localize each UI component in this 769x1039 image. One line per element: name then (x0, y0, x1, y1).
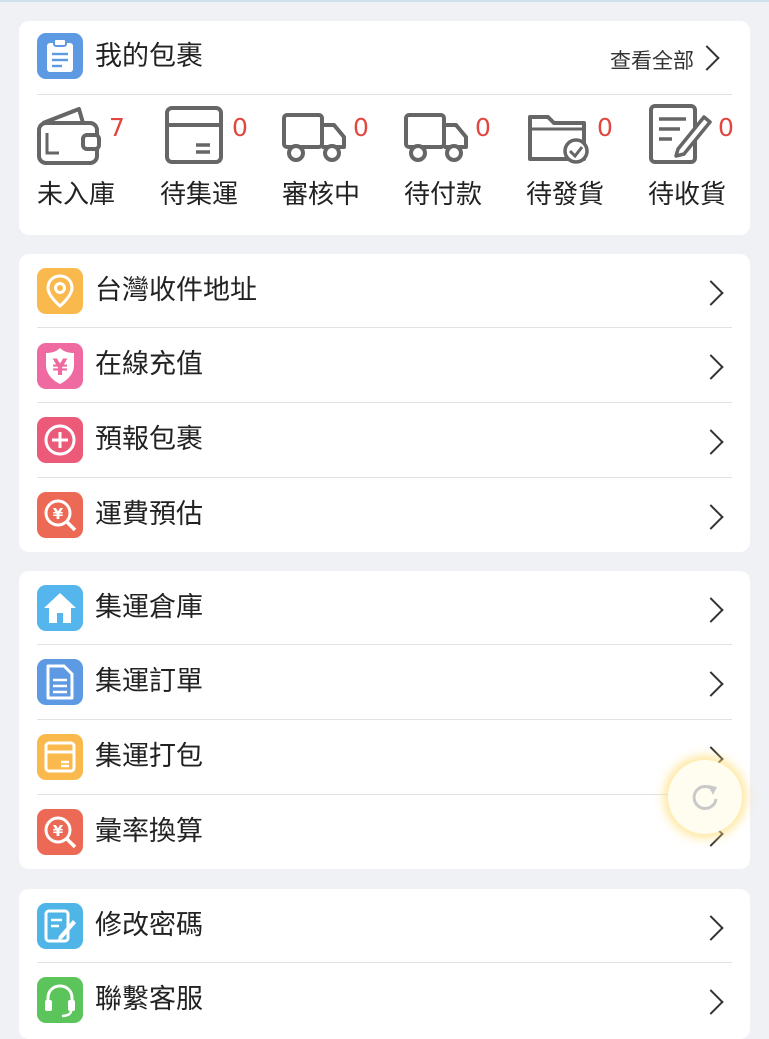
menu-item-consolidation-orders[interactable]: 集運訂單 (19, 645, 750, 720)
count: 0 (475, 113, 491, 142)
menu-item-consolidation-warehouse[interactable]: 集運倉庫 (19, 571, 750, 645)
floating-refresh-button[interactable] (668, 760, 742, 834)
count: 0 (718, 113, 734, 142)
menu-item-exchange-rate[interactable]: ¥ 彙率換算 (19, 795, 750, 869)
count: 0 (353, 113, 369, 142)
truck-icon (282, 113, 346, 162)
count: 0 (597, 113, 613, 142)
status-label: 待付款 (404, 180, 483, 210)
parcels-title: 我的包裹 (95, 41, 203, 72)
menu-card-consolidation: 集運倉庫 集運訂單 集運打包 ¥ 彙率換算 (19, 571, 750, 869)
status-label: 審核中 (282, 180, 361, 210)
status-awaiting-shipment[interactable]: 0 待發貨 (526, 99, 636, 219)
menu-item-label: 預報包裹 (95, 424, 203, 455)
status-label: 待收貨 (648, 180, 727, 210)
menu-item-customer-service[interactable]: 聯繫客服 (19, 963, 750, 1037)
menu-card-account: 修改密碼 聯繫客服 (19, 889, 750, 1039)
menu-item-label: 集運訂單 (95, 666, 203, 697)
menu-card-services: 台灣收件地址 ¥ 在線充值 預報包裹 ¥ 運費預估 (19, 254, 750, 552)
box-icon (165, 106, 223, 164)
document-edit-icon (649, 104, 712, 164)
menu-item-label: 在線充值 (95, 349, 203, 380)
menu-item-label: 運費預估 (95, 499, 203, 530)
document-icon (37, 659, 83, 705)
svg-text:¥: ¥ (53, 822, 64, 840)
status-not-stored[interactable]: 7 未入庫 (37, 99, 147, 219)
status-awaiting-payment[interactable]: 0 待付款 (404, 99, 514, 219)
menu-item-label: 聯繫客服 (95, 984, 203, 1015)
package-icon (37, 734, 83, 780)
yen-search-icon: ¥ (37, 492, 83, 538)
chevron-right-icon (698, 989, 724, 1015)
svg-text:¥: ¥ (53, 505, 64, 523)
status-label: 未入庫 (37, 180, 116, 210)
menu-item-label: 台灣收件地址 (95, 275, 257, 306)
view-all-link[interactable]: 查看全部 (572, 41, 722, 75)
plus-circle-icon (37, 417, 83, 463)
yen-shield-icon: ¥ (37, 343, 83, 389)
top-divider (0, 0, 769, 2)
chevron-right-icon (698, 597, 724, 623)
menu-item-change-password[interactable]: 修改密碼 (19, 889, 750, 963)
yen-search-icon: ¥ (37, 809, 83, 855)
divider (37, 94, 732, 95)
truck-icon (404, 113, 468, 162)
headset-icon (37, 977, 83, 1023)
count: 0 (232, 113, 248, 142)
menu-item-label: 彙率換算 (95, 816, 203, 847)
chevron-right-icon (698, 504, 724, 530)
chevron-right-icon (694, 45, 720, 71)
location-pin-icon (37, 268, 83, 314)
menu-item-shipping-estimate[interactable]: ¥ 運費預估 (19, 478, 750, 552)
my-parcels-card: 我的包裹 查看全部 7 未入庫 0 待集運 0 審核中 0 待付款 0 待發貨 … (19, 21, 750, 235)
status-awaiting-receipt[interactable]: 0 待收貨 (648, 99, 748, 219)
chevron-right-icon (698, 354, 724, 380)
chevron-right-icon (698, 915, 724, 941)
count: 7 (109, 113, 125, 142)
svg-text:¥: ¥ (52, 356, 68, 381)
menu-item-consolidation-packing[interactable]: 集運打包 (19, 720, 750, 795)
menu-item-label: 集運打包 (95, 741, 203, 772)
status-label: 待發貨 (526, 180, 605, 210)
wallet-icon (37, 107, 101, 165)
menu-item-label: 集運倉庫 (95, 592, 203, 623)
clipboard-icon (37, 33, 83, 79)
status-under-review[interactable]: 0 審核中 (282, 99, 392, 219)
chevron-right-icon (698, 429, 724, 455)
menu-item-label: 修改密碼 (95, 910, 203, 941)
home-icon (37, 585, 83, 631)
chevron-right-icon (698, 671, 724, 697)
edit-document-icon (37, 903, 83, 949)
status-awaiting-consolidation[interactable]: 0 待集運 (160, 99, 270, 219)
status-label: 待集運 (160, 180, 239, 210)
view-all-label: 查看全部 (610, 49, 694, 73)
menu-item-preregister-parcel[interactable]: 預報包裹 (19, 403, 750, 478)
menu-item-online-topup[interactable]: ¥ 在線充值 (19, 328, 750, 403)
folder-check-icon (528, 115, 589, 164)
menu-item-taiwan-address[interactable]: 台灣收件地址 (19, 254, 750, 328)
chevron-right-icon (698, 280, 724, 306)
refresh-icon (692, 784, 718, 810)
